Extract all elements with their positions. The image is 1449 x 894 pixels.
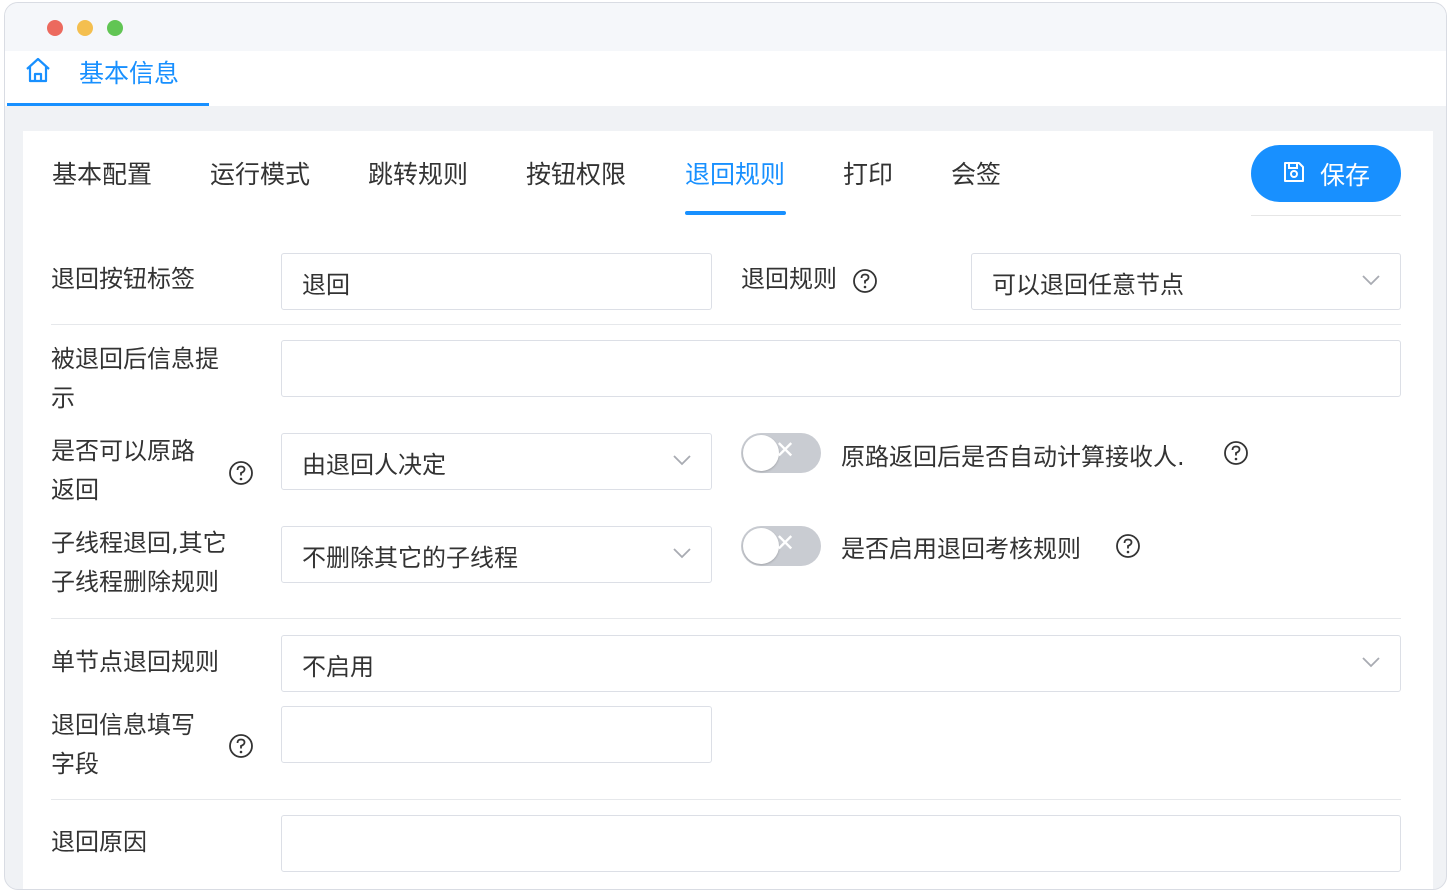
chevron-down-icon (673, 548, 691, 559)
close-icon: ✕ (775, 529, 796, 557)
chevron-down-icon (1362, 275, 1380, 286)
original-route-return-value: 由退回人决定 (302, 451, 446, 479)
tab-basic-info-label: 基本信息 (79, 59, 180, 88)
close-window-button[interactable] (47, 20, 63, 36)
save-icon (1284, 162, 1304, 182)
minimize-window-button[interactable] (77, 20, 93, 36)
tab-run-mode[interactable]: 运行模式 (210, 155, 310, 191)
chevron-down-icon (1362, 657, 1380, 668)
return-rule-label: 退回规则 (741, 265, 837, 293)
help-icon[interactable] (852, 268, 878, 294)
original-route-return-select[interactable]: 由退回人决定 (281, 433, 712, 490)
tab-print[interactable]: 打印 (843, 155, 893, 191)
return-info-field-label: 退回信息填写 字段 (51, 711, 195, 778)
chevron-down-icon (673, 455, 691, 466)
subthread-delete-value: 不删除其它的子线程 (302, 544, 518, 572)
active-tab-indicator (685, 211, 786, 215)
returned-message-input[interactable] (281, 340, 1401, 397)
return-reason-input[interactable] (281, 815, 1401, 872)
help-icon[interactable] (228, 733, 254, 759)
tab-button-permissions[interactable]: 按钮权限 (526, 155, 626, 191)
return-info-field-input[interactable] (281, 706, 712, 763)
app-window: 基本信息 基本配置 运行模式 跳转规则 按钮权限 退回规则 打印 会签 保存 退… (4, 2, 1447, 890)
maximize-window-button[interactable] (107, 20, 123, 36)
returned-message-label: 被退回后信息提示 (51, 345, 219, 412)
subthread-delete-select[interactable]: 不删除其它的子线程 (281, 526, 712, 583)
enable-assessment-label: 是否启用退回考核规则 (841, 535, 1081, 563)
divider (51, 799, 1401, 800)
tab-basic-info[interactable]: 基本信息 (7, 51, 209, 106)
save-button[interactable]: 保存 (1251, 145, 1401, 202)
divider (51, 618, 1401, 619)
auto-calc-receiver-label: 原路返回后是否自动计算接收人. (841, 443, 1185, 471)
help-icon[interactable] (1223, 440, 1249, 466)
tab-countersign[interactable]: 会签 (951, 155, 1001, 191)
subthread-delete-label: 子线程退回,其它 子线程删除规则 (51, 529, 227, 596)
settings-card: 基本配置 运行模式 跳转规则 按钮权限 退回规则 打印 会签 保存 退回按钮标签… (23, 131, 1433, 889)
tab-return-rules[interactable]: 退回规则 (685, 155, 785, 191)
return-button-label-label: 退回按钮标签 (51, 265, 195, 293)
divider (51, 324, 1401, 325)
help-icon[interactable] (228, 460, 254, 486)
title-bar (5, 3, 1446, 51)
enable-assessment-toggle[interactable]: ✕ (741, 526, 821, 566)
single-node-rule-label: 单节点退回规则 (51, 648, 219, 676)
tab-jump-rules[interactable]: 跳转规则 (368, 155, 468, 191)
return-reason-label: 退回原因 (51, 828, 147, 856)
divider (1251, 215, 1401, 216)
tab-basic-config[interactable]: 基本配置 (52, 155, 152, 191)
top-tab-bar: 基本信息 (5, 51, 1446, 106)
original-route-return-label: 是否可以原路 返回 (51, 437, 195, 504)
save-button-label: 保存 (1320, 161, 1371, 190)
return-rule-select[interactable]: 可以退回任意节点 (971, 253, 1401, 310)
help-icon[interactable] (1115, 533, 1141, 559)
return-button-label-value: 退回 (302, 271, 350, 299)
return-button-label-input[interactable]: 退回 (281, 253, 712, 310)
single-node-rule-select[interactable]: 不启用 (281, 635, 1401, 692)
single-node-rule-value: 不启用 (302, 653, 374, 681)
auto-calc-receiver-toggle[interactable]: ✕ (741, 433, 821, 473)
home-icon (26, 57, 50, 83)
close-icon: ✕ (775, 436, 796, 464)
return-rule-value: 可以退回任意节点 (992, 271, 1184, 299)
